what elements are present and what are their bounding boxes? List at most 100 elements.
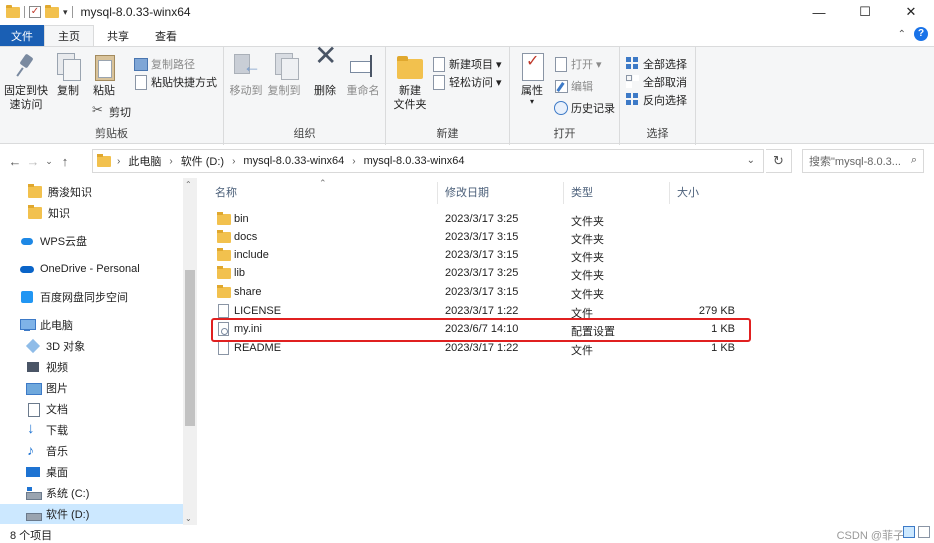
nav-item-wps-cloud[interactable]: WPS云盘 bbox=[0, 231, 183, 251]
nav-item-drive-c[interactable]: 系统 (C:) bbox=[0, 483, 183, 503]
new-item-button[interactable]: 新建项目 ▾ bbox=[432, 55, 502, 72]
file-date: 2023/3/17 3:25 bbox=[445, 267, 519, 279]
refresh-button[interactable]: ↻ bbox=[766, 149, 792, 173]
move-to-button[interactable]: 移动到 bbox=[228, 51, 264, 98]
highlight-annotation-box bbox=[211, 318, 751, 342]
invert-selection-button[interactable]: 反向选择 bbox=[626, 91, 687, 108]
nav-item-knowledge[interactable]: 知识 bbox=[0, 203, 183, 223]
maximize-button[interactable]: ☐ bbox=[842, 0, 888, 24]
file-size: 279 KB bbox=[698, 305, 735, 317]
breadcrumb-this-pc[interactable]: 此电脑 bbox=[128, 153, 161, 169]
open-button[interactable]: 打开 ▾ bbox=[554, 55, 602, 72]
folder-icon bbox=[217, 285, 231, 298]
delete-button[interactable]: 删除 bbox=[310, 49, 340, 98]
nav-item-tengjun-knowledge[interactable]: 腾浚知识 bbox=[0, 182, 183, 202]
select-all-icon bbox=[626, 57, 639, 70]
nav-item-onedrive[interactable]: OneDrive - Personal bbox=[0, 259, 183, 279]
new-group: 新建 文件夹 新建项目 ▾ 轻松访问 ▾ 新建 bbox=[386, 47, 510, 145]
address-bar[interactable]: › 此电脑 › 软件 (D:) › mysql-8.0.33-winx64 › … bbox=[92, 149, 764, 173]
nav-item-this-pc[interactable]: 此电脑 bbox=[0, 315, 183, 335]
navigation-pane: 腾浚知识 知识 WPS云盘 OneDrive - Personal 百度网盘同步… bbox=[0, 178, 197, 525]
column-divider[interactable] bbox=[669, 182, 670, 204]
new-folder-icon[interactable] bbox=[45, 4, 59, 18]
file-row-bin[interactable]: bin 2023/3/17 3:25 文件夹 bbox=[209, 211, 739, 229]
file-row-lib[interactable]: lib 2023/3/17 3:25 文件夹 bbox=[209, 265, 739, 283]
search-input[interactable]: 搜索"mysql-8.0.3... ⌕ bbox=[802, 149, 924, 173]
copy-to-button[interactable]: 复制到 bbox=[266, 51, 302, 98]
drive-icon bbox=[26, 508, 42, 521]
easy-access-button[interactable]: 轻松访问 ▾ bbox=[432, 73, 502, 90]
breadcrumb-mysql-current[interactable]: mysql-8.0.33-winx64 bbox=[364, 155, 465, 167]
close-button[interactable]: ✕ bbox=[888, 0, 934, 24]
edit-button[interactable]: 编辑 bbox=[554, 77, 593, 94]
paste-shortcut-button[interactable]: 粘贴快捷方式 bbox=[134, 73, 217, 90]
file-name: bin bbox=[234, 213, 249, 225]
back-arrow-icon[interactable]: ← bbox=[6, 154, 24, 169]
select-none-button[interactable]: 全部取消 bbox=[626, 73, 687, 90]
customize-dropdown-icon[interactable]: ▾ bbox=[63, 7, 68, 18]
tab-file[interactable]: 文件 bbox=[0, 25, 44, 46]
properties-button[interactable]: 属性 ▾ bbox=[516, 51, 548, 106]
scroll-up-icon[interactable]: ⌃ bbox=[185, 180, 192, 189]
column-divider[interactable] bbox=[563, 182, 564, 204]
breadcrumb-mysql-parent[interactable]: mysql-8.0.33-winx64 bbox=[243, 155, 344, 167]
open-group: 属性 ▾ 打开 ▾ 编辑 历史记录 打开 bbox=[510, 47, 620, 145]
select-none-label: 全部取消 bbox=[643, 76, 687, 89]
nav-item-pictures[interactable]: 图片 bbox=[0, 378, 183, 398]
tab-share[interactable]: 共享 bbox=[94, 25, 142, 46]
column-header-name[interactable]: 名称 bbox=[215, 178, 435, 206]
paste-button[interactable]: 粘贴 bbox=[88, 51, 120, 98]
cut-button[interactable]: 剪切 bbox=[92, 102, 131, 120]
up-arrow-icon[interactable]: ↑ bbox=[56, 154, 74, 169]
column-header-type[interactable]: 类型 bbox=[571, 178, 671, 206]
music-icon bbox=[26, 442, 40, 458]
file-row-share[interactable]: share 2023/3/17 3:15 文件夹 bbox=[209, 284, 739, 302]
copy-button[interactable]: 复制 bbox=[52, 51, 84, 98]
file-row-readme[interactable]: README 2023/3/17 1:22 文件 1 KB bbox=[209, 340, 739, 358]
column-divider[interactable] bbox=[437, 182, 438, 204]
window-title: mysql-8.0.33-winx64 bbox=[80, 5, 191, 19]
address-dropdown-icon[interactable]: ⌄ bbox=[747, 155, 755, 166]
folder-icon[interactable] bbox=[6, 4, 20, 18]
copy-path-button[interactable]: 复制路径 bbox=[134, 55, 195, 72]
tab-view[interactable]: 查看 bbox=[142, 25, 190, 46]
recent-locations-icon[interactable]: ⌄ bbox=[42, 156, 56, 167]
column-header-size[interactable]: 大小 bbox=[677, 178, 747, 206]
nav-item-3d-objects[interactable]: 3D 对象 bbox=[0, 336, 183, 356]
history-button[interactable]: 历史记录 bbox=[554, 99, 615, 116]
large-icons-view-icon[interactable] bbox=[918, 526, 930, 538]
chevron-right-icon[interactable]: › bbox=[117, 156, 120, 167]
file-type: 文件夹 bbox=[571, 289, 604, 301]
collapse-ribbon-icon[interactable]: ⌃ bbox=[898, 29, 906, 40]
nav-item-drive-d[interactable]: 软件 (D:) bbox=[0, 504, 183, 524]
nav-item-desktop[interactable]: 桌面 bbox=[0, 462, 183, 482]
chevron-right-icon[interactable]: › bbox=[169, 156, 172, 167]
breadcrumb-drive-d[interactable]: 软件 (D:) bbox=[181, 153, 224, 169]
rename-button[interactable]: 重命名 bbox=[344, 51, 382, 98]
easy-access-label: 轻松访问 ▾ bbox=[449, 76, 502, 89]
column-header-date[interactable]: 修改日期 bbox=[445, 178, 565, 206]
new-folder-button[interactable]: 新建 文件夹 bbox=[392, 51, 428, 112]
file-row-docs[interactable]: docs 2023/3/17 3:15 文件夹 bbox=[209, 229, 739, 247]
properties-check-icon[interactable]: ✓ bbox=[29, 6, 41, 18]
minimize-button[interactable]: — bbox=[796, 0, 842, 24]
chevron-right-icon[interactable]: › bbox=[352, 156, 355, 167]
nav-item-baidu-sync[interactable]: 百度网盘同步空间 bbox=[0, 287, 183, 307]
nav-pane-scrollbar[interactable]: ⌃ ⌄ bbox=[183, 178, 197, 525]
chevron-right-icon[interactable]: › bbox=[232, 156, 235, 167]
scroll-down-icon[interactable]: ⌄ bbox=[185, 514, 192, 523]
nav-item-music[interactable]: 音乐 bbox=[0, 441, 183, 461]
details-view-icon[interactable] bbox=[903, 526, 915, 538]
forward-arrow-icon[interactable]: → bbox=[24, 154, 42, 169]
scrollbar-thumb[interactable] bbox=[185, 270, 195, 426]
tab-home[interactable]: 主页 bbox=[44, 25, 94, 46]
help-icon[interactable]: ? bbox=[914, 27, 928, 41]
nav-item-videos[interactable]: 视频 bbox=[0, 357, 183, 377]
nav-item-documents[interactable]: 文档 bbox=[0, 399, 183, 419]
pin-to-quick-access-button[interactable]: 固定到快 速访问 bbox=[4, 51, 48, 112]
file-row-include[interactable]: include 2023/3/17 3:15 文件夹 bbox=[209, 247, 739, 265]
open-icon bbox=[554, 57, 567, 72]
nav-item-downloads[interactable]: 下载 bbox=[0, 420, 183, 440]
select-all-button[interactable]: 全部选择 bbox=[626, 55, 687, 72]
window-controls: — ☐ ✕ bbox=[796, 0, 934, 24]
